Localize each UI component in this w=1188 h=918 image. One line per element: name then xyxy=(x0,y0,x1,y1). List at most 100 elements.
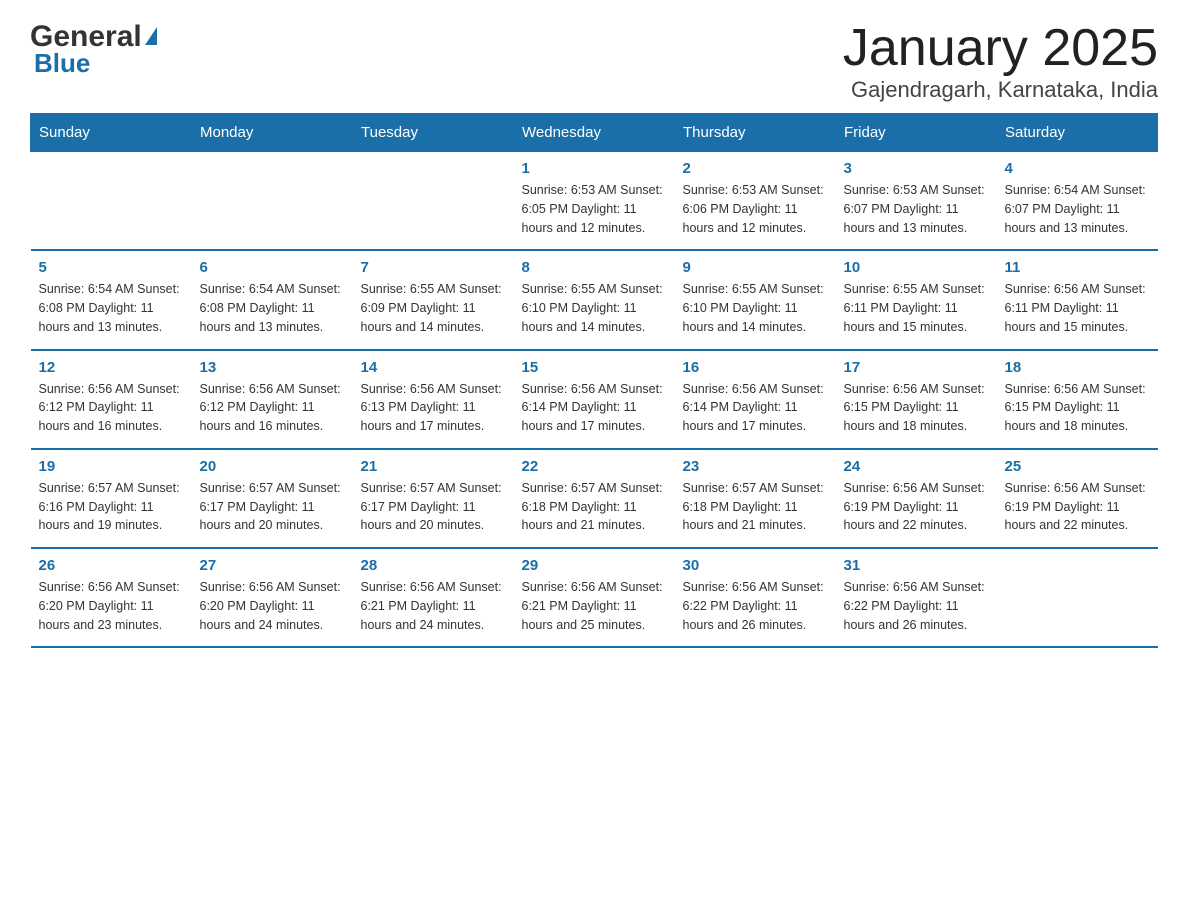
calendar-cell: 22Sunrise: 6:57 AM Sunset: 6:18 PM Dayli… xyxy=(514,449,675,548)
day-info: Sunrise: 6:54 AM Sunset: 6:07 PM Dayligh… xyxy=(1005,181,1150,237)
page-header: General Blue January 2025 Gajendragarh, … xyxy=(30,20,1158,103)
day-info: Sunrise: 6:55 AM Sunset: 6:11 PM Dayligh… xyxy=(844,280,989,336)
calendar-header-sunday: Sunday xyxy=(31,114,192,152)
calendar-cell xyxy=(31,152,192,251)
day-number: 12 xyxy=(39,359,184,376)
day-info: Sunrise: 6:53 AM Sunset: 6:06 PM Dayligh… xyxy=(683,181,828,237)
day-number: 3 xyxy=(844,160,989,177)
day-info: Sunrise: 6:56 AM Sunset: 6:21 PM Dayligh… xyxy=(361,578,506,634)
day-info: Sunrise: 6:56 AM Sunset: 6:14 PM Dayligh… xyxy=(683,380,828,436)
day-info: Sunrise: 6:56 AM Sunset: 6:13 PM Dayligh… xyxy=(361,380,506,436)
calendar-cell: 5Sunrise: 6:54 AM Sunset: 6:08 PM Daylig… xyxy=(31,250,192,349)
calendar-cell: 3Sunrise: 6:53 AM Sunset: 6:07 PM Daylig… xyxy=(836,152,997,251)
day-number: 15 xyxy=(522,359,667,376)
calendar-week-row: 1 Sunrise: 6:53 AM Sunset: 6:05 PM Daylig… xyxy=(31,152,1158,251)
day-info: Sunrise: 6:55 AM Sunset: 6:09 PM Dayligh… xyxy=(361,280,506,336)
calendar-cell: 11 Sunrise: 6:56 AM Sunset: 6:11 PM Dayli… xyxy=(997,250,1158,349)
calendar-cell: 17Sunrise: 6:56 AM Sunset: 6:15 PM Dayli… xyxy=(836,350,997,449)
calendar-week-row: 19 Sunrise: 6:57 AM Sunset: 6:16 PM Dayli… xyxy=(31,449,1158,548)
day-number: 19 xyxy=(39,458,184,475)
day-number: 9 xyxy=(683,259,828,276)
calendar-header-friday: Friday xyxy=(836,114,997,152)
day-number: 8 xyxy=(522,259,667,276)
page-title: January 2025 xyxy=(843,20,1158,77)
page-subtitle: Gajendragarh, Karnataka, India xyxy=(843,77,1158,103)
day-number: 23 xyxy=(683,458,828,475)
day-info: Sunrise: 6:56 AM Sunset: 6:11 PM Dayligh… xyxy=(1005,280,1150,336)
day-number: 24 xyxy=(844,458,989,475)
calendar-cell: 16Sunrise: 6:56 AM Sunset: 6:14 PM Dayli… xyxy=(675,350,836,449)
day-info: Sunrise: 6:57 AM Sunset: 6:18 PM Dayligh… xyxy=(683,479,828,535)
day-number: 21 xyxy=(361,458,506,475)
day-number: 25 xyxy=(1005,458,1150,475)
calendar-header-thursday: Thursday xyxy=(675,114,836,152)
logo-triangle-icon xyxy=(145,27,157,45)
day-info: Sunrise: 6:56 AM Sunset: 6:22 PM Dayligh… xyxy=(683,578,828,634)
day-info: Sunrise: 6:54 AM Sunset: 6:08 PM Dayligh… xyxy=(200,280,345,336)
day-info: Sunrise: 6:56 AM Sunset: 6:12 PM Dayligh… xyxy=(39,380,184,436)
calendar-cell: 9 Sunrise: 6:55 AM Sunset: 6:10 PM Daylig… xyxy=(675,250,836,349)
day-info: Sunrise: 6:56 AM Sunset: 6:21 PM Dayligh… xyxy=(522,578,667,634)
day-number: 18 xyxy=(1005,359,1150,376)
calendar-cell: 29 Sunrise: 6:56 AM Sunset: 6:21 PM Dayli… xyxy=(514,548,675,647)
day-info: Sunrise: 6:56 AM Sunset: 6:20 PM Dayligh… xyxy=(39,578,184,634)
day-info: Sunrise: 6:57 AM Sunset: 6:17 PM Dayligh… xyxy=(200,479,345,535)
day-number: 4 xyxy=(1005,160,1150,177)
day-info: Sunrise: 6:54 AM Sunset: 6:08 PM Dayligh… xyxy=(39,280,184,336)
day-info: Sunrise: 6:56 AM Sunset: 6:15 PM Dayligh… xyxy=(844,380,989,436)
logo: General Blue xyxy=(30,20,157,79)
calendar-cell: 10 Sunrise: 6:55 AM Sunset: 6:11 PM Dayli… xyxy=(836,250,997,349)
calendar-week-row: 5Sunrise: 6:54 AM Sunset: 6:08 PM Daylig… xyxy=(31,250,1158,349)
calendar-cell: 21 Sunrise: 6:57 AM Sunset: 6:17 PM Dayli… xyxy=(353,449,514,548)
day-number: 1 xyxy=(522,160,667,177)
calendar-cell xyxy=(997,548,1158,647)
calendar-header-saturday: Saturday xyxy=(997,114,1158,152)
day-info: Sunrise: 6:56 AM Sunset: 6:15 PM Dayligh… xyxy=(1005,380,1150,436)
calendar-cell: 26Sunrise: 6:56 AM Sunset: 6:20 PM Dayli… xyxy=(31,548,192,647)
day-number: 30 xyxy=(683,557,828,574)
day-number: 11 xyxy=(1005,259,1150,276)
calendar-cell: 18 Sunrise: 6:56 AM Sunset: 6:15 PM Dayli… xyxy=(997,350,1158,449)
calendar-table: SundayMondayTuesdayWednesdayThursdayFrid… xyxy=(30,113,1158,648)
calendar-cell xyxy=(192,152,353,251)
calendar-cell: 4 Sunrise: 6:54 AM Sunset: 6:07 PM Daylig… xyxy=(997,152,1158,251)
calendar-cell: 13 Sunrise: 6:56 AM Sunset: 6:12 PM Dayli… xyxy=(192,350,353,449)
day-info: Sunrise: 6:55 AM Sunset: 6:10 PM Dayligh… xyxy=(522,280,667,336)
calendar-cell: 31Sunrise: 6:56 AM Sunset: 6:22 PM Dayli… xyxy=(836,548,997,647)
calendar-header-monday: Monday xyxy=(192,114,353,152)
calendar-cell: 28Sunrise: 6:56 AM Sunset: 6:21 PM Dayli… xyxy=(353,548,514,647)
calendar-cell xyxy=(353,152,514,251)
day-info: Sunrise: 6:56 AM Sunset: 6:14 PM Dayligh… xyxy=(522,380,667,436)
calendar-cell: 12 Sunrise: 6:56 AM Sunset: 6:12 PM Dayli… xyxy=(31,350,192,449)
day-info: Sunrise: 6:55 AM Sunset: 6:10 PM Dayligh… xyxy=(683,280,828,336)
calendar-cell: 2Sunrise: 6:53 AM Sunset: 6:06 PM Daylig… xyxy=(675,152,836,251)
calendar-cell: 8 Sunrise: 6:55 AM Sunset: 6:10 PM Daylig… xyxy=(514,250,675,349)
calendar-cell: 30 Sunrise: 6:56 AM Sunset: 6:22 PM Dayli… xyxy=(675,548,836,647)
day-info: Sunrise: 6:57 AM Sunset: 6:16 PM Dayligh… xyxy=(39,479,184,535)
calendar-cell: 15 Sunrise: 6:56 AM Sunset: 6:14 PM Dayli… xyxy=(514,350,675,449)
calendar-cell: 6 Sunrise: 6:54 AM Sunset: 6:08 PM Daylig… xyxy=(192,250,353,349)
day-number: 6 xyxy=(200,259,345,276)
title-block: January 2025 Gajendragarh, Karnataka, In… xyxy=(843,20,1158,103)
day-info: Sunrise: 6:53 AM Sunset: 6:05 PM Dayligh… xyxy=(522,181,667,237)
day-number: 27 xyxy=(200,557,345,574)
calendar-header-tuesday: Tuesday xyxy=(353,114,514,152)
logo-blue-text: Blue xyxy=(30,48,90,79)
day-number: 10 xyxy=(844,259,989,276)
calendar-cell: 14 Sunrise: 6:56 AM Sunset: 6:13 PM Dayli… xyxy=(353,350,514,449)
calendar-cell: 24Sunrise: 6:56 AM Sunset: 6:19 PM Dayli… xyxy=(836,449,997,548)
day-number: 13 xyxy=(200,359,345,376)
calendar-cell: 19 Sunrise: 6:57 AM Sunset: 6:16 PM Dayli… xyxy=(31,449,192,548)
day-number: 14 xyxy=(361,359,506,376)
day-info: Sunrise: 6:57 AM Sunset: 6:17 PM Dayligh… xyxy=(361,479,506,535)
calendar-cell: 25 Sunrise: 6:56 AM Sunset: 6:19 PM Dayli… xyxy=(997,449,1158,548)
calendar-week-row: 26Sunrise: 6:56 AM Sunset: 6:20 PM Dayli… xyxy=(31,548,1158,647)
day-number: 29 xyxy=(522,557,667,574)
day-number: 20 xyxy=(200,458,345,475)
calendar-header-wednesday: Wednesday xyxy=(514,114,675,152)
day-number: 31 xyxy=(844,557,989,574)
day-info: Sunrise: 6:56 AM Sunset: 6:12 PM Dayligh… xyxy=(200,380,345,436)
calendar-cell: 7 Sunrise: 6:55 AM Sunset: 6:09 PM Daylig… xyxy=(353,250,514,349)
day-info: Sunrise: 6:56 AM Sunset: 6:19 PM Dayligh… xyxy=(1005,479,1150,535)
day-number: 7 xyxy=(361,259,506,276)
